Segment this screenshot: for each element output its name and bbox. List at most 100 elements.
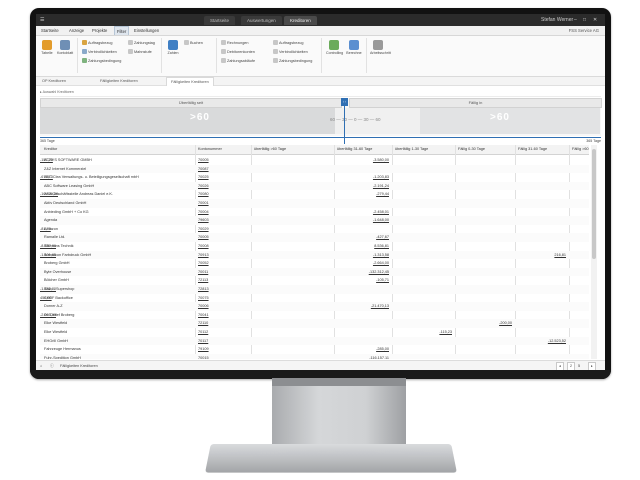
table-row[interactable]: Dorner A-Z 70006 -21.470,13: [40, 302, 589, 311]
amount-cell[interactable]: -200,00: [458, 319, 512, 328]
account-number-link[interactable]: 70011: [198, 268, 248, 277]
table-row[interactable]: Aktiv Deutschland GmbH 70001: [40, 199, 589, 208]
amount-cell[interactable]: 455,00: [40, 294, 52, 303]
table-row[interactable]: CHEF Backoffice 70075 455,00: [40, 294, 589, 303]
amount-cell[interactable]: -81,78: [40, 225, 51, 234]
account-number-link[interactable]: 70075: [198, 294, 248, 303]
account-number-link[interactable]: 70026: [198, 182, 248, 191]
payment-terms-button-2[interactable]: Zahlungsbedingung: [273, 58, 312, 63]
table-row[interactable]: Broberg GmbH 70052 -2.664,00: [40, 259, 589, 268]
pay-button[interactable]: Zahlen: [165, 40, 181, 55]
amount-cell[interactable]: -115,23: [395, 328, 452, 337]
account-number-link[interactable]: 72113: [198, 276, 248, 285]
dunning-level-button[interactable]: Mahnstufe: [128, 49, 152, 54]
payment-flows-button[interactable]: Zahlungsabläufe: [221, 58, 255, 63]
amount-cell[interactable]: -1.752,00: [40, 285, 56, 294]
account-number-link[interactable]: 70087: [198, 165, 248, 174]
table-row[interactable]: Elke Westfeld 70112 -115,23: [40, 328, 589, 337]
minimize-icon[interactable]: –: [574, 16, 577, 24]
table-row[interactable]: Fahrzeuge Hermanus 79109 -285,00: [40, 345, 589, 354]
amount-cell[interactable]: -2.458,01: [337, 208, 389, 217]
order-ref-button-2[interactable]: Auftragsbezug: [273, 40, 304, 45]
account-number-link[interactable]: 70025: [198, 173, 248, 182]
tab-op-kreditoren[interactable]: OP Kreditoren: [38, 77, 70, 85]
tab-startseite[interactable]: Startseite: [204, 16, 236, 25]
table-row[interactable]: Dr. Detlef Broberg 70041 -2.605,00: [40, 311, 589, 320]
account-sheet-button[interactable]: Kontoblatt: [57, 40, 73, 55]
controlling-button[interactable]: Controlling: [326, 40, 343, 55]
account-number-link[interactable]: 70015: [198, 354, 248, 359]
due-header[interactable]: Fällig in: [349, 98, 602, 108]
vertical-scrollbar[interactable]: [591, 145, 597, 359]
debtor-accounts-button[interactable]: Debitorenkonten: [221, 49, 255, 54]
scroll-thumb[interactable]: [592, 149, 596, 259]
account-number-link[interactable]: 70913: [198, 251, 248, 260]
order-ref-button[interactable]: Auftragsbezug: [82, 40, 113, 45]
table-row[interactable]: ACSYS SOFTWARE GMBH 70005 -3.580,00 -157,25: [40, 156, 589, 165]
table-row[interactable]: Bölcher GmbH 72113 -105,71: [40, 276, 589, 285]
table-row[interactable]: Ramalle Ltd. 70005 -427,67: [40, 233, 589, 242]
close-icon[interactable]: ✕: [593, 16, 597, 24]
amount-cell[interactable]: -2.191,24: [337, 182, 389, 191]
amount-cell[interactable]: -10.036,20: [40, 190, 58, 199]
amount-cell[interactable]: -2.605,00: [40, 311, 56, 320]
amount-cell[interactable]: -279,44: [337, 190, 389, 199]
tab-kreditoren[interactable]: Kreditoren: [284, 16, 317, 25]
amount-cell[interactable]: -285,00: [337, 345, 389, 354]
account-number-link[interactable]: 70008: [198, 242, 248, 251]
amount-cell[interactable]: -2.664,00: [337, 259, 389, 268]
payment-terms-button[interactable]: Zahlungsbedingung: [82, 58, 121, 63]
account-number-link[interactable]: 70052: [198, 259, 248, 268]
column-header[interactable]: überfällig 1-30 Tage: [395, 145, 428, 154]
amount-cell[interactable]: -116.157,11: [337, 354, 389, 359]
menu-item-startseite[interactable]: Startseite: [41, 26, 59, 35]
column-header[interactable]: Kontonummer: [198, 145, 222, 154]
account-number-link[interactable]: 72110: [198, 319, 248, 328]
account-number-link[interactable]: 70005: [198, 156, 248, 165]
timeline-cursor[interactable]: [344, 98, 345, 144]
calculate-button[interactable]: Berechne: [346, 40, 362, 55]
menu-item-projekte[interactable]: Projekte: [92, 26, 107, 35]
table-row[interactable]: Anbieding GmbH + Co KG 70004 -2.458,01: [40, 208, 589, 217]
table-row[interactable]: Brennicon Farbdruck GmbH 70913 -1.313,58 21…: [40, 250, 589, 260]
tab-auswertungen[interactable]: Auswertungen: [241, 16, 282, 25]
due-band[interactable]: [420, 108, 600, 134]
table-row[interactable]: Bako - Supershop 72813 -1.752,00: [40, 285, 589, 294]
account-number-link[interactable]: 70080: [198, 190, 248, 199]
table-row[interactable]: Elke Westfeld 72110 -200,00: [40, 319, 589, 328]
account-number-link[interactable]: 70001: [198, 199, 248, 208]
table-button[interactable]: Tabelle: [39, 40, 55, 55]
amount-cell[interactable]: 8.536,81: [337, 242, 389, 251]
table-row[interactable]: Bittecons Technik 70008 8.536,81 -8.737,96: [40, 242, 589, 251]
page-current[interactable]: 2: [567, 362, 575, 370]
account-number-link[interactable]: 72813: [198, 285, 248, 294]
payment-day-button[interactable]: Zahlungstag: [128, 40, 155, 45]
work-step-button[interactable]: Arbeitsschritt: [370, 40, 391, 55]
table-row[interactable]: EHGrill GmbH 70117 -12.523,52: [40, 336, 589, 346]
home-icon[interactable]: ⌂: [40, 361, 42, 370]
menu-item-anzeige[interactable]: Anzeige: [69, 26, 84, 35]
table-row[interactable]: Amazon 70029 -81,78: [40, 225, 589, 234]
liabilities-button-2[interactable]: Verbindlichkeiten: [273, 49, 308, 54]
due-timeline[interactable]: Überfällig seit 0 Fällig in >60 60 — 30 …: [40, 98, 602, 136]
amount-cell[interactable]: -132.312,45: [337, 268, 389, 277]
amount-cell[interactable]: -427,67: [337, 233, 389, 242]
column-header[interactable]: überfällig >60 Tage: [254, 145, 286, 154]
account-number-link[interactable]: 79603: [198, 216, 248, 225]
amount-cell[interactable]: -1.648,00: [337, 216, 389, 225]
amount-cell[interactable]: -8.737,96: [40, 242, 56, 251]
table-row[interactable]: Agenda 79603 -1.648,00: [40, 216, 589, 225]
maximize-icon[interactable]: □: [583, 16, 586, 24]
account-number-link[interactable]: 70029: [198, 225, 248, 234]
account-number-link[interactable]: 79109: [198, 345, 248, 354]
table-row[interactable]: ABC Software Leasing GmbH 70026 -2.191,24: [40, 181, 589, 191]
account-number-link[interactable]: 70005: [198, 233, 248, 242]
table-row[interactable]: Byte Overhouse 70011 -132.312,45: [40, 267, 589, 277]
menu-item-einstellungen[interactable]: Einstellungen: [134, 26, 159, 35]
amount-cell[interactable]: -1.203,83: [337, 173, 389, 182]
tab-faelligkeiten[interactable]: Fälligkeiten Kreditoren: [96, 77, 142, 85]
amount-cell[interactable]: -105,71: [337, 276, 389, 285]
amount-cell[interactable]: -3.580,00: [337, 156, 389, 165]
liabilities-button[interactable]: Verbindlichkeiten: [82, 49, 117, 54]
overdue-header[interactable]: Überfällig seit: [40, 98, 342, 108]
